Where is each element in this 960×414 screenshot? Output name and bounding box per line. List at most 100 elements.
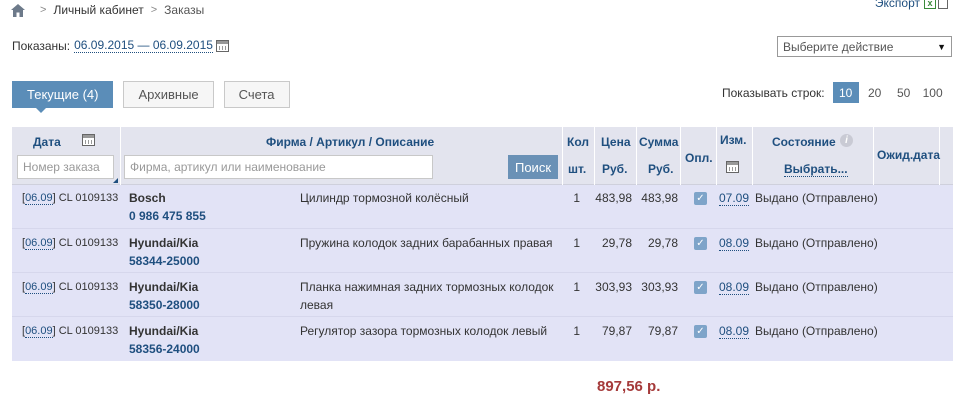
row-date-link[interactable]: 06.09: [25, 192, 53, 205]
row-qty: 1: [573, 191, 580, 205]
header-sum[interactable]: Сумма: [639, 135, 678, 149]
column-divider: [873, 127, 874, 185]
calendar-icon[interactable]: [726, 161, 739, 173]
breadcrumb: > Личный кабинет > Заказы: [11, 3, 204, 17]
row-order: CL 0109133: [58, 192, 119, 204]
date-range-label: Показаны:: [12, 38, 71, 53]
row-changed-link[interactable]: 08.09: [719, 280, 750, 295]
header-price[interactable]: Цена: [601, 135, 631, 149]
chevron-right-icon: >: [150, 4, 158, 16]
column-divider: [562, 127, 563, 185]
resize-corner-icon: [113, 178, 118, 183]
row-sum: 29,78: [647, 236, 678, 250]
table-header: Дата Фирма / Артикул / Описание Кол шт. …: [12, 127, 953, 185]
row-date-link[interactable]: 06.09: [25, 325, 53, 338]
row-price: 29,78: [601, 236, 632, 250]
orders-table: Дата Фирма / Артикул / Описание Кол шт. …: [12, 127, 953, 361]
row-changed-link[interactable]: 08.09: [719, 236, 750, 251]
row-brand: Hyundai/Kia: [129, 280, 199, 294]
row-price: 303,93: [595, 280, 632, 294]
column-divider: [594, 127, 595, 185]
rows-per-page: Показывать строк: 10 20 50 100: [722, 82, 946, 103]
row-status: Выдано (Отправлено): [755, 191, 878, 205]
home-icon[interactable]: [11, 3, 25, 17]
row-description: Пружина колодок задних барабанных правая: [300, 236, 553, 250]
calendar-icon[interactable]: [215, 39, 229, 52]
row-sum: 303,93: [641, 280, 678, 294]
column-divider: [716, 127, 717, 185]
row-date: [06.09] CL 0109133: [22, 325, 119, 338]
rows-option-20[interactable]: 20: [862, 82, 888, 103]
status-select-link[interactable]: Выбрать...: [784, 162, 848, 177]
breadcrumb-cabinet-link[interactable]: Личный кабинет: [53, 3, 143, 17]
row-article[interactable]: 0 986 475 855: [129, 209, 206, 223]
table-row: [06.09] CL 0109133 Hyundai/Kia 58350-280…: [12, 272, 953, 316]
rows-option-100[interactable]: 100: [920, 82, 946, 103]
row-description-line2: левая: [300, 298, 334, 312]
table-row: [06.09] CL 0109133 Hyundai/Kia 58356-240…: [12, 316, 953, 361]
row-sum: 483,98: [641, 191, 678, 205]
order-total: 897,56 р.: [597, 378, 661, 395]
rows-option-10[interactable]: 10: [832, 82, 859, 103]
row-description: Цилиндр тормозной колёсный: [300, 191, 469, 205]
tab-current[interactable]: Текущие (4): [12, 81, 114, 113]
row-date: [06.09] CL 0109133: [22, 237, 119, 250]
export-link[interactable]: Экспорт x: [875, 0, 948, 10]
tabs: Текущие (4) Архивные Счета: [12, 81, 300, 113]
action-select[interactable]: Выберите действие ▼: [777, 36, 952, 57]
header-price-unit: Руб.: [602, 162, 628, 176]
row-changed-link[interactable]: 08.09: [719, 324, 750, 339]
order-number-input[interactable]: Номер заказа: [17, 155, 114, 179]
row-article[interactable]: 58350-28000: [129, 298, 200, 312]
table-row: [06.09] CL 0109133 Hyundai/Kia 58344-250…: [12, 228, 953, 272]
breadcrumb-current: Заказы: [164, 3, 205, 17]
date-range-link[interactable]: 06.09.2015 — 06.09.2015: [74, 38, 213, 53]
chevron-right-icon: >: [40, 4, 47, 16]
firm-search-input[interactable]: Фирма, артикул или наименование: [124, 155, 433, 179]
row-date-link[interactable]: 06.09: [25, 281, 53, 294]
tab-archive[interactable]: Архивные: [123, 81, 214, 108]
header-expected: Ожид.дата: [877, 148, 941, 162]
header-date[interactable]: Дата: [33, 135, 61, 149]
row-changed: 07.09: [719, 191, 750, 206]
column-divider: [752, 127, 753, 185]
search-button[interactable]: Поиск: [508, 155, 558, 179]
info-icon[interactable]: i: [840, 134, 853, 147]
calendar-icon[interactable]: [82, 134, 95, 146]
row-changed: 08.09: [719, 280, 750, 295]
export-label: Экспорт: [874, 0, 920, 10]
row-description: Планка нажимная задних тормозных колодок: [300, 280, 554, 294]
paid-checkbox: ✓: [694, 325, 707, 338]
row-changed: 08.09: [719, 236, 750, 251]
row-changed-link[interactable]: 07.09: [719, 191, 750, 206]
document-icon[interactable]: [938, 0, 948, 9]
tab-invoices[interactable]: Счета: [223, 81, 290, 108]
column-divider: [680, 127, 681, 185]
row-qty: 1: [573, 236, 580, 250]
paid-checkbox: ✓: [694, 237, 707, 250]
row-description: Регулятор зазора тормозных колодок левый: [300, 324, 548, 338]
row-article[interactable]: 58344-25000: [129, 254, 200, 268]
header-status: Состояние: [772, 135, 836, 149]
row-status: Выдано (Отправлено): [755, 280, 878, 294]
paid-checkbox: ✓: [694, 192, 707, 205]
header-changed[interactable]: Изм.: [720, 133, 747, 147]
excel-icon[interactable]: x: [924, 0, 936, 9]
row-price: 79,87: [601, 324, 632, 338]
row-order: CL 0109133: [58, 325, 119, 337]
action-select-value: Выберите действие: [783, 39, 894, 54]
header-firm[interactable]: Фирма / Артикул / Описание: [266, 135, 434, 149]
row-brand: Bosch: [129, 191, 166, 205]
header-paid: Опл.: [685, 151, 713, 165]
row-date: [06.09] CL 0109133: [22, 281, 119, 294]
row-qty: 1: [573, 280, 580, 294]
rows-per-page-label: Показывать строк:: [722, 85, 825, 100]
header-qty: Кол: [567, 135, 589, 149]
row-article[interactable]: 58356-24000: [129, 342, 200, 356]
row-brand: Hyundai/Kia: [129, 236, 199, 250]
row-qty: 1: [573, 324, 580, 338]
rows-option-50[interactable]: 50: [891, 82, 917, 103]
date-range: Показаны: 06.09.2015 — 06.09.2015: [12, 38, 229, 53]
header-sum-unit: Руб.: [648, 162, 674, 176]
row-date-link[interactable]: 06.09: [25, 237, 53, 250]
